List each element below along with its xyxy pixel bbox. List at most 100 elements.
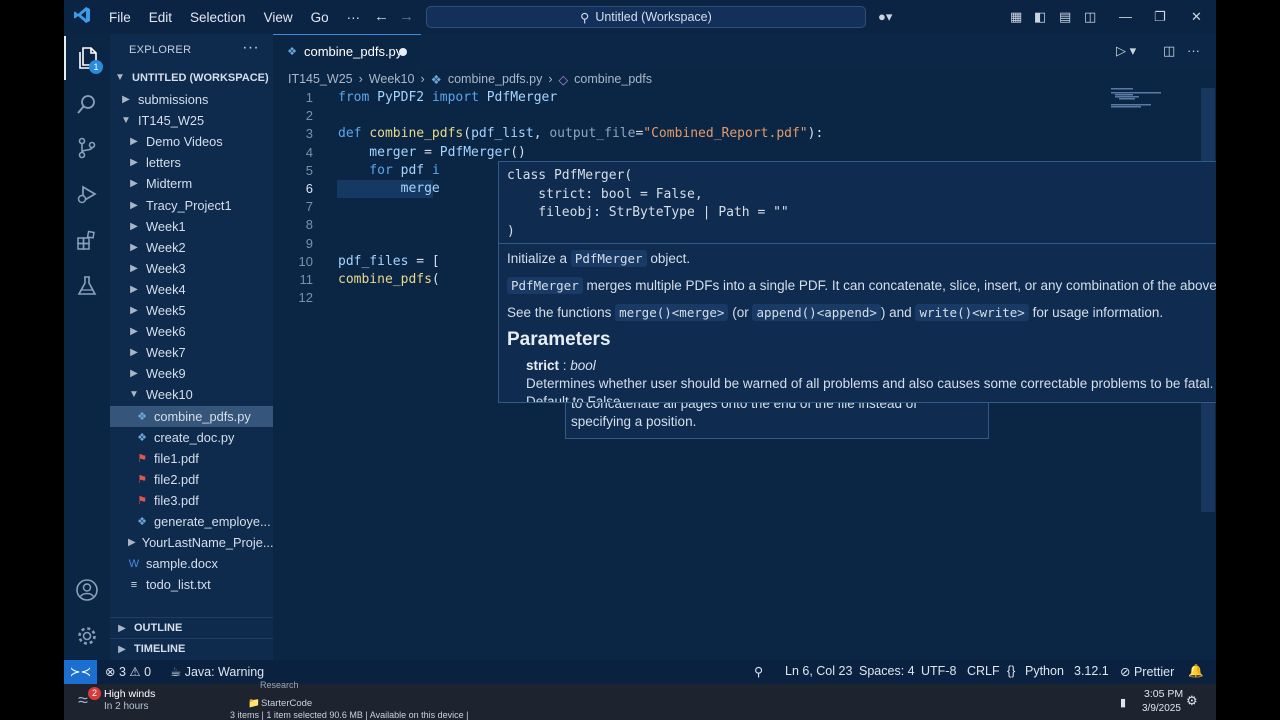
menu-more[interactable]: ··· (338, 10, 370, 25)
indentation[interactable]: Spaces: 4 (859, 664, 915, 678)
menu-file[interactable]: File (100, 10, 140, 25)
toggle-secondary-sidebar-icon[interactable]: ◫ (1084, 9, 1096, 25)
folder-item[interactable]: ▶ submissions (110, 89, 273, 110)
warning-count: 0 (144, 665, 152, 679)
search-view-icon[interactable] (64, 82, 110, 126)
clock-date[interactable]: 3/9/2025 (1142, 703, 1181, 714)
close-icon[interactable]: ✕ (1191, 9, 1202, 25)
clock-time[interactable]: 3:05 PM (1144, 688, 1183, 700)
folder-item[interactable]: ▶ Week3 (110, 258, 273, 279)
minimize-icon[interactable]: — (1119, 9, 1132, 24)
unsaved-dot-icon[interactable] (399, 48, 407, 56)
weather-title[interactable]: High winds (104, 688, 155, 700)
file-item[interactable]: ❖ generate_employe... (110, 511, 273, 532)
folder-item[interactable]: ▶ Tracy_Project1 (110, 195, 273, 216)
code-line[interactable]: for pdf i (338, 162, 439, 180)
breadcrumb-subfolder[interactable]: Week10 (369, 72, 415, 86)
folder-item[interactable]: ▶ Week6 (110, 321, 273, 342)
forward-arrow-icon[interactable]: → (399, 8, 414, 25)
workspace-root[interactable]: ▼ UNTITLED (WORKSPACE) (110, 67, 273, 88)
folder-item[interactable]: ▼ IT145_W25 (110, 110, 273, 131)
code-line[interactable]: pdf_files = [ (338, 253, 440, 271)
folder-item[interactable]: ▶ Week2 (110, 237, 273, 258)
folder-item[interactable]: ▶ Midterm (110, 173, 273, 194)
file-item[interactable]: ≡ todo_list.txt (110, 574, 273, 595)
folder-item[interactable]: ▶ Week9 (110, 363, 273, 384)
intro-text: Initialize a (507, 251, 568, 266)
run-debug-icon[interactable] (64, 172, 110, 216)
breadcrumb-folder[interactable]: IT145_W25 (288, 72, 353, 86)
editor-more-icon[interactable]: ··· (1187, 43, 1200, 58)
folder-item[interactable]: ▼ Week10 (110, 384, 273, 405)
customize-layout-icon[interactable]: ▦ (1010, 9, 1022, 25)
source-control-icon[interactable] (64, 126, 110, 170)
code-token: ( (463, 126, 472, 142)
folder-item[interactable]: ▶ Week7 (110, 342, 273, 363)
explorer-icon[interactable]: 1 (64, 36, 110, 80)
menu-view[interactable]: View (255, 10, 302, 25)
file-item[interactable]: Wsample.docx (110, 553, 273, 574)
prettier-status[interactable]: ⊘ Prettier (1120, 664, 1174, 679)
more-actions-icon[interactable]: ··· (242, 39, 259, 57)
run-python-icon[interactable]: ▷ ▾ (1116, 43, 1136, 59)
minimap[interactable] (1111, 88, 1171, 116)
code-line[interactable]: combine_pdfs( (338, 271, 440, 289)
tree-item-label: file3.pdf (154, 492, 199, 508)
back-arrow-icon[interactable]: ← (374, 8, 389, 25)
folder-item[interactable]: ▶ YourLastName_Proje... (110, 532, 273, 553)
python-version[interactable]: 3.12.1 (1074, 664, 1109, 678)
file-item[interactable]: ⚑ file1.pdf (110, 448, 273, 469)
toggle-sidebar-icon[interactable]: ◧ (1034, 9, 1046, 25)
encoding[interactable]: UTF-8 (921, 664, 956, 678)
tree-item-label: Week5 (146, 303, 186, 318)
menu-selection[interactable]: Selection (181, 10, 255, 25)
code-line[interactable]: merge (338, 180, 440, 198)
tree-item-label: YourLastName_Proje... (141, 535, 273, 551)
command-center-search[interactable]: ⚲ Untitled (Workspace) (426, 6, 866, 28)
copilot-icon[interactable]: ●▾ (878, 9, 892, 25)
restore-icon[interactable]: ❐ (1154, 9, 1166, 25)
explorer-sidebar: EXPLORER ··· ▼ UNTITLED (WORKSPACE) ▶ sub… (110, 34, 273, 660)
tree-item-label: todo_list.txt (146, 577, 211, 593)
tab-combine-pdfs[interactable]: ❖ combine_pdfs.py (273, 34, 421, 68)
folder-item[interactable]: ▶ Demo Videos (110, 131, 273, 152)
remote-indicator-icon[interactable]: ≻≺ (64, 660, 97, 684)
extensions-icon[interactable] (64, 218, 110, 262)
menu-edit[interactable]: Edit (140, 10, 181, 25)
menu-go[interactable]: Go (302, 10, 338, 25)
language-mode[interactable]: Python (1025, 664, 1064, 678)
notifications-bell-icon[interactable]: 🔔 (1188, 664, 1204, 679)
line-ending[interactable]: CRLF (967, 664, 1000, 678)
settings-gear-icon[interactable] (64, 614, 110, 658)
code-line[interactable]: merger = PdfMerger() (338, 144, 526, 162)
folder-item[interactable]: ▶ Week4 (110, 279, 273, 300)
file-item[interactable]: ❖ combine_pdfs.py (110, 405, 273, 427)
cursor-position[interactable]: Ln 6, Col 23 (785, 664, 852, 678)
breadcrumb-symbol[interactable]: combine_pdfs (574, 72, 652, 86)
timeline-section[interactable]: ▶ TIMELINE (110, 638, 273, 659)
testing-flask-icon[interactable] (64, 264, 110, 308)
file-item[interactable]: ⚑ file2.pdf (110, 469, 273, 490)
zoom-icon[interactable]: ⚲ (754, 664, 763, 679)
folder-item[interactable]: ▶ Week1 (110, 216, 273, 237)
toggle-panel-icon[interactable]: ▤ (1059, 9, 1071, 25)
battery-icon[interactable]: ▮ (1120, 696, 1126, 709)
weather-alert-badge: 2 (88, 687, 101, 700)
python-file-icon: ❖ (137, 410, 147, 423)
pdf-file-icon: ⚑ (137, 494, 147, 507)
folder-item[interactable]: ▶ Week5 (110, 300, 273, 321)
java-status[interactable]: ☕ Java: Warning (170, 664, 264, 679)
outline-section[interactable]: ▶ OUTLINE (110, 617, 273, 638)
file-item[interactable]: ⚑ file3.pdf (110, 490, 273, 511)
problems-indicator[interactable]: ⊗ 3 ⚠ 0 (105, 664, 151, 679)
split-editor-icon[interactable]: ◫ (1163, 43, 1175, 59)
code-line[interactable]: def combine_pdfs(pdf_list, output_file="… (338, 125, 823, 143)
file-item[interactable]: ❖ create_doc.py (110, 427, 273, 448)
text-file-icon: ≡ (130, 578, 138, 591)
account-icon[interactable] (64, 568, 110, 612)
code-token: pdf_files (338, 253, 417, 269)
breadcrumb-file[interactable]: combine_pdfs.py (448, 72, 543, 86)
folder-item[interactable]: ▶ letters (110, 152, 273, 173)
notification-center-icon[interactable]: ⚙ (1186, 693, 1198, 709)
code-line[interactable]: from PyPDF2 import PdfMerger (338, 89, 557, 107)
